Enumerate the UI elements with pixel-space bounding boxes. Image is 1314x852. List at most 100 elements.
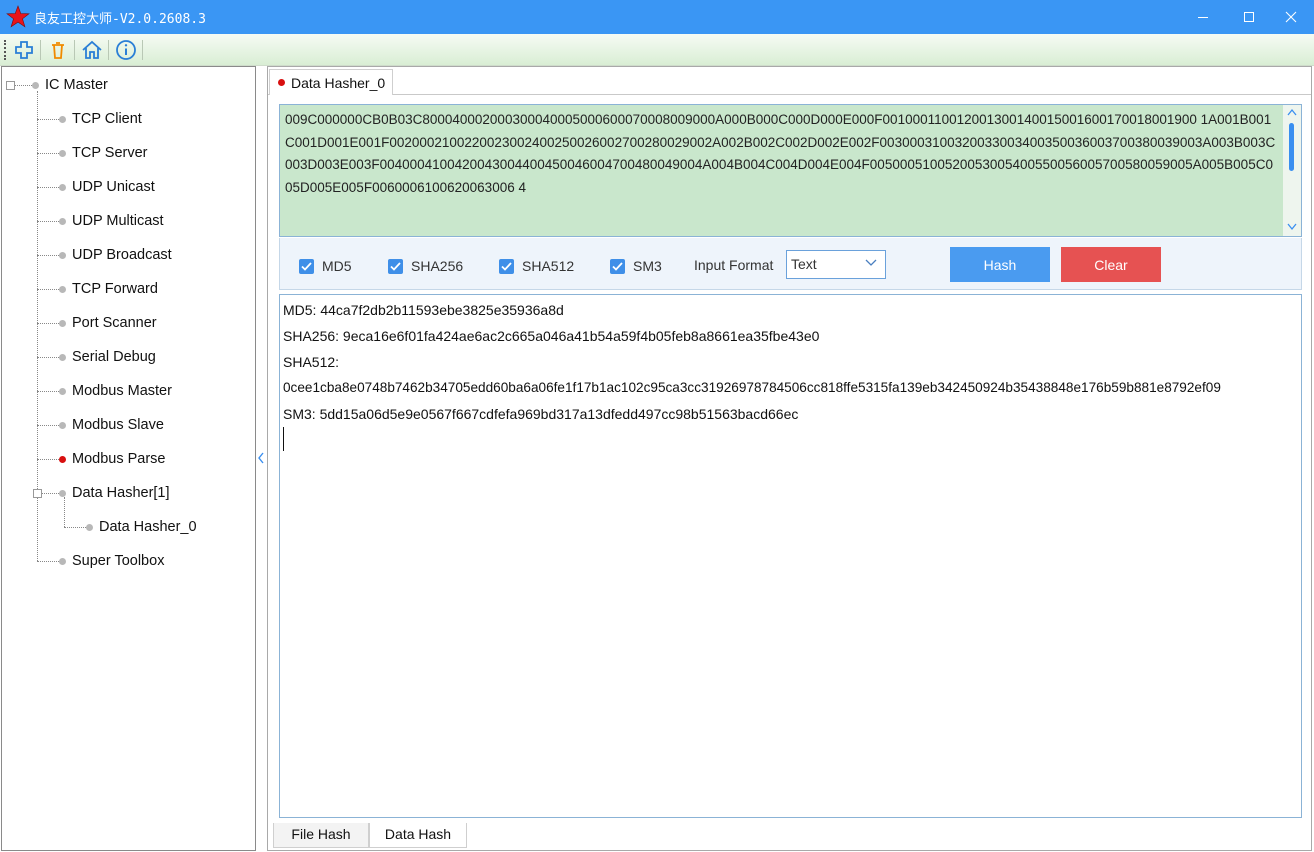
toolbar-separator [40,40,41,60]
collapse-panel-icon[interactable] [256,450,266,466]
tree-expander-data-hasher[interactable] [33,489,42,498]
tree-connector [37,425,59,426]
tree-node-dot [59,116,66,123]
clear-button[interactable]: Clear [1061,247,1161,282]
minimize-icon [1198,17,1208,18]
hash-input-area[interactable]: 009C000000CB0B03C80004000200030004000500… [279,104,1302,237]
minimize-button[interactable] [1180,0,1226,34]
output-line-sha512-label: SHA512: [283,354,340,370]
tree-connector [37,357,59,358]
checkbox-checked-icon [299,258,314,274]
tab-file-hash[interactable]: File Hash [273,823,369,848]
tree-connector [64,527,86,528]
tab-data-hash[interactable]: Data Hash [369,823,467,848]
toolbar [0,34,1314,66]
tree-item-data-hasher[interactable]: Data Hasher[1] [72,482,170,504]
scroll-down-icon[interactable] [1287,223,1297,231]
tree-connector [37,153,59,154]
options-bar: MD5 SHA256 SHA512 SM3 Input Format Text … [279,238,1302,290]
tree-item-tcp-client[interactable]: TCP Client [72,108,142,130]
tree-expander-root[interactable] [6,81,15,90]
tree-connector [37,187,59,188]
tree-item-udp-multicast[interactable]: UDP Multicast [72,210,164,232]
tree-node-dot [59,558,66,565]
tree-item-super-toolbox[interactable]: Super Toolbox [72,550,164,572]
input-format-select[interactable]: Text [786,250,886,279]
hash-input-text[interactable]: 009C000000CB0B03C80004000200030004000500… [285,109,1277,199]
input-scrollbar[interactable] [1283,105,1301,236]
tree-connector [37,119,59,120]
tree-connector [37,221,59,222]
add-icon [15,41,33,59]
home-button[interactable] [80,38,104,62]
tree-connector [15,85,32,86]
tree-item-data-hasher-0[interactable]: Data Hasher_0 [99,516,197,538]
tree-node-dot [59,184,66,191]
document-tabstrip: Data Hasher_0 [268,67,1311,95]
tree-connector [64,497,65,527]
toolbar-separator [142,40,143,60]
navigation-tree: IC Master TCP Client TCP Server UDP Unic… [1,66,256,851]
tree-node-dot [59,218,66,225]
tree-connector [37,459,59,460]
tree-node-dot [59,286,66,293]
tree-item-udp-broadcast[interactable]: UDP Broadcast [72,244,172,266]
tree-connector [37,289,59,290]
tree-node-dot [59,422,66,429]
sha512-label: SHA512 [522,258,575,274]
tree-root-ic-master[interactable]: IC Master [45,74,108,96]
info-button[interactable] [114,38,138,62]
output-line-sha512-value: 0cee1cba8e0748b7462b34705edd60ba6a06fe1f… [283,380,1221,395]
tree-item-serial-debug[interactable]: Serial Debug [72,346,156,368]
tree-item-port-scanner[interactable]: Port Scanner [72,312,157,334]
tree-node-dot [59,320,66,327]
red-star-icon [6,5,30,28]
tree-node-dot [59,150,66,157]
info-icon [116,40,136,60]
scrollbar-thumb[interactable] [1289,123,1294,171]
chevron-down-icon [865,259,877,266]
tree-connector [42,493,59,494]
main-panel: Data Hasher_0 009C000000CB0B03C800040002… [267,66,1312,851]
output-line-md5: MD5: 44ca7f2db2b11593ebe3825e35936a8d [283,302,564,318]
md5-checkbox[interactable]: MD5 [299,257,352,275]
tree-node-dot [59,490,66,497]
sha256-checkbox[interactable]: SHA256 [388,257,463,275]
checkbox-checked-icon [610,258,625,274]
sha512-checkbox[interactable]: SHA512 [499,257,574,275]
tree-node-dot [59,354,66,361]
toolbar-separator [74,40,75,60]
tree-node-dot [59,252,66,259]
checkbox-checked-icon [388,258,403,274]
tab-data-hasher-0[interactable]: Data Hasher_0 [269,69,393,95]
tree-item-modbus-parse[interactable]: Modbus Parse [72,448,166,470]
tree-node-dot [86,524,93,531]
tab-label: Data Hasher_0 [291,74,386,91]
maximize-icon [1244,12,1254,22]
tree-item-tcp-forward[interactable]: TCP Forward [72,278,158,300]
maximize-button[interactable] [1226,0,1272,34]
tree-item-modbus-slave[interactable]: Modbus Slave [72,414,164,436]
tree-item-modbus-master[interactable]: Modbus Master [72,380,172,402]
tree-item-tcp-server[interactable]: TCP Server [72,142,147,164]
hash-button[interactable]: Hash [950,247,1050,282]
tree-node-dot [32,82,39,89]
toolbar-separator [108,40,109,60]
delete-button[interactable] [46,38,70,62]
tree-item-udp-unicast[interactable]: UDP Unicast [72,176,155,198]
close-icon [1285,11,1297,23]
output-line-sha256: SHA256: 9eca16e6f01fa424ae6ac2c665a046a4… [283,328,820,344]
checkbox-checked-icon [499,258,514,274]
close-button[interactable] [1268,0,1314,34]
tree-connector [37,323,59,324]
hash-output-area[interactable]: MD5: 44ca7f2db2b11593ebe3825e35936a8d SH… [279,294,1302,818]
tree-node-dot-active [59,456,66,463]
add-button[interactable] [12,38,36,62]
toolbar-grip[interactable] [4,40,7,60]
scroll-up-icon[interactable] [1287,108,1297,116]
sm3-label: SM3 [633,258,662,274]
tree-connector [37,561,59,562]
tree-connector [37,255,59,256]
md5-label: MD5 [322,258,352,274]
sm3-checkbox[interactable]: SM3 [610,257,662,275]
